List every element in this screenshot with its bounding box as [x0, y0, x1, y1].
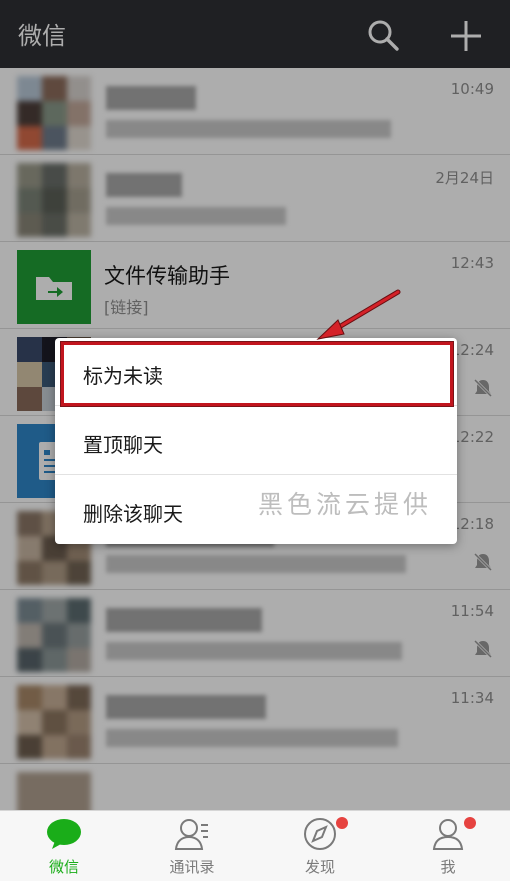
tab-contacts[interactable]: 通讯录	[128, 811, 256, 881]
tab-me[interactable]: 我	[384, 811, 510, 881]
tab-label: 微信	[48, 858, 79, 876]
profile-icon	[432, 819, 464, 850]
contacts-icon	[174, 819, 208, 850]
tab-label: 发现	[304, 858, 335, 876]
notification-badge	[464, 817, 476, 829]
menu-item-label: 置顶聊天	[83, 433, 163, 457]
tab-chats[interactable]: 微信	[0, 811, 128, 881]
highlight-box	[61, 342, 453, 406]
tab-bar: 微信 通讯录 发现 我	[0, 810, 510, 881]
tab-label: 我	[440, 858, 456, 876]
tab-label: 通讯录	[169, 858, 215, 876]
tab-discover[interactable]: 发现	[256, 811, 384, 881]
menu-item-pin-chat[interactable]: 置顶聊天	[55, 407, 457, 475]
menu-item-label: 删除该聊天	[83, 502, 183, 526]
compass-icon	[304, 818, 336, 850]
chat-icon	[47, 819, 81, 849]
notification-badge	[336, 817, 348, 829]
watermark: 黑色流云提供	[258, 490, 433, 519]
